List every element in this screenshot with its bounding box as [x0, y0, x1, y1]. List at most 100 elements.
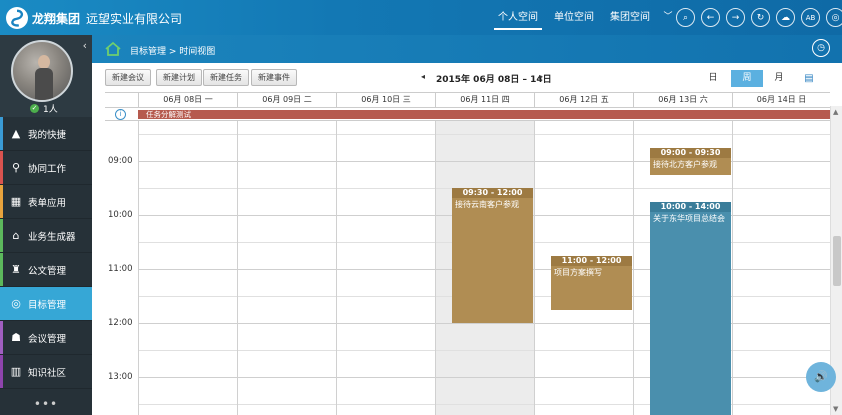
calendar-event[interactable]: 09:30 - 12:00 接待云南客户参观 — [452, 188, 533, 323]
hour-label: 10:00 — [108, 210, 133, 220]
next-week-icon[interactable]: ▸ — [539, 72, 543, 81]
forward-icon[interactable]: → — [726, 8, 745, 27]
sidebar-item-accent — [0, 185, 3, 218]
new-task-button[interactable]: 新建任务 — [203, 69, 249, 86]
sidebar-item-accent — [0, 219, 3, 252]
collapse-icon[interactable]: ‹ — [83, 39, 87, 52]
calendar-event[interactable]: 10:00 - 14:00 关于东华项目总结会 — [650, 201, 731, 415]
more-icon[interactable]: ••• — [0, 397, 92, 411]
sidebar-item-label: 业务生成器 — [28, 231, 76, 243]
sidebar-item-4[interactable]: ♜ 公文管理 — [0, 253, 92, 287]
refresh-icon[interactable]: ↻ — [751, 8, 770, 27]
day-header[interactable]: 06月 11日 四 — [435, 93, 534, 107]
column-line — [138, 121, 139, 415]
settings-icon[interactable]: ◎ — [826, 8, 842, 27]
sidebar-item-label: 目标管理 — [28, 299, 67, 311]
list-view-icon[interactable]: ▤ — [793, 70, 825, 87]
view-day-button[interactable]: 日 — [697, 70, 729, 87]
new-plan-button[interactable]: 新建计划 — [156, 69, 202, 86]
breadcrumb: 目标管理 > 时间视图 — [130, 47, 216, 57]
sidebar: ‹ ✓ 1人 ▲ 我的快捷 ⚲ 协同工作 ▦ 表单应用 ⌂ 业务生成器 ♜ 公文管理 ◎ 目标管理 ☗ 会… — [0, 35, 92, 415]
sidebar-item-0[interactable]: ▲ 我的快捷 — [0, 117, 92, 151]
logo-icon — [6, 7, 28, 29]
event-title: 项目方案撰写 — [554, 267, 602, 277]
column-line — [336, 121, 337, 415]
sidebar-item-accent — [0, 117, 3, 150]
online-status: ✓ 1人 — [30, 102, 58, 115]
scroll-down-icon[interactable]: ▼ — [833, 405, 838, 413]
tab-group-space[interactable]: 集团空间 — [602, 0, 658, 35]
top-nav: 个人空间 单位空间 集团空间 ﹀ — [490, 0, 678, 35]
column-line — [732, 121, 733, 415]
scroll-thumb[interactable] — [833, 236, 841, 286]
event-time: 09:00 - 09:30 — [650, 147, 731, 158]
sidebar-item-label: 公文管理 — [28, 265, 67, 277]
event-title: 关于东华项目总结会 — [653, 213, 725, 223]
user-panel: ‹ ✓ 1人 — [0, 35, 92, 117]
sidebar-item-accent — [0, 253, 3, 286]
day-header[interactable]: 06月 14日 日 — [732, 93, 830, 107]
view-month-button[interactable]: 月 — [763, 70, 795, 87]
flow-icon: ⚲ — [11, 161, 21, 174]
calendar-event[interactable]: 11:00 - 12:00 项目方案撰写 — [551, 255, 632, 310]
sidebar-item-5[interactable]: ◎ 目标管理 — [0, 287, 92, 321]
book-icon: ▥ — [10, 365, 22, 378]
new-event-button[interactable]: 新建事件 — [251, 69, 297, 86]
form-icon: ▦ — [10, 195, 22, 208]
sidebar-item-6[interactable]: ☗ 会议管理 — [0, 321, 92, 355]
day-header[interactable]: 06月 08日 一 — [138, 93, 237, 107]
new-meeting-button[interactable]: 新建会议 — [105, 69, 151, 86]
hour-label: 13:00 — [108, 372, 133, 382]
top-icons: ⌕ ← → ↻ ☁ AB ◎ — [676, 8, 842, 27]
sidebar-menu: ▲ 我的快捷 ⚲ 协同工作 ▦ 表单应用 ⌂ 业务生成器 ♜ 公文管理 ◎ 目标管理 ☗ 会议管理 ▥ 知识社… — [0, 117, 92, 389]
prev-week-icon[interactable]: ◂ — [421, 72, 425, 81]
home-icon[interactable] — [104, 41, 122, 60]
sidebar-item-1[interactable]: ⚲ 协同工作 — [0, 151, 92, 185]
grid-line — [138, 134, 830, 135]
sidebar-item-2[interactable]: ▦ 表单应用 — [0, 185, 92, 219]
all-day-event[interactable]: 任务分解测试 — [138, 110, 830, 119]
event-time: 10:00 - 14:00 — [650, 201, 731, 212]
event-time: 09:30 - 12:00 — [452, 188, 533, 198]
company-name: 远望实业有限公司 — [86, 12, 183, 26]
sidebar-item-label: 我的快捷 — [28, 129, 67, 141]
calendar-event[interactable]: 09:00 - 09:30 接待北方客户参观 — [650, 147, 731, 175]
check-icon: ✓ — [30, 104, 39, 113]
column-line — [633, 121, 634, 415]
back-icon[interactable]: ← — [701, 8, 720, 27]
sidebar-item-accent — [0, 151, 3, 184]
sidebar-item-accent — [0, 355, 3, 388]
chevron-down-icon[interactable]: ﹀ — [658, 0, 678, 35]
day-header[interactable]: 06月 09日 二 — [237, 93, 336, 107]
avatar[interactable] — [11, 40, 73, 102]
column-line — [237, 121, 238, 415]
speaker-icon[interactable]: 🔊 — [806, 362, 836, 392]
day-header[interactable]: 06月 12日 五 — [534, 93, 633, 107]
scroll-up-icon[interactable]: ▲ — [833, 108, 838, 116]
cloud-icon[interactable]: ☁ — [776, 8, 795, 27]
search-icon[interactable]: ⌕ — [676, 8, 695, 27]
sidebar-item-label: 协同工作 — [28, 163, 67, 175]
calendar-toolbar: 新建会议 新建计划 新建任务 新建事件 ◂ 2015年 06月 08日 – 14… — [105, 67, 830, 89]
day-header[interactable]: 06月 13日 六 — [633, 93, 732, 107]
meeting-icon: ☗ — [11, 331, 21, 344]
sidebar-item-3[interactable]: ⌂ 业务生成器 — [0, 219, 92, 253]
main-header: 目标管理 > 时间视图 ◷ — [92, 35, 842, 63]
online-count: 1人 — [43, 105, 58, 115]
all-day-row: i 任务分解测试 — [105, 107, 830, 121]
view-week-button[interactable]: 周 — [731, 70, 763, 87]
tab-personal-space[interactable]: 个人空间 — [490, 0, 546, 35]
hour-label: 12:00 — [108, 318, 133, 328]
column-line — [435, 121, 436, 415]
clock-icon[interactable]: ◷ — [812, 39, 830, 57]
day-header[interactable]: 06月 10日 三 — [336, 93, 435, 107]
hour-label: 11:00 — [108, 264, 133, 274]
sidebar-item-label: 表单应用 — [28, 197, 67, 209]
sidebar-item-7[interactable]: ▥ 知识社区 — [0, 355, 92, 389]
tab-unit-space[interactable]: 单位空间 — [546, 0, 602, 35]
date-range: 2015年 06月 08日 – 14日 — [436, 75, 552, 85]
hour-label: 09:00 — [108, 156, 133, 166]
time-grid: 09:00 10:00 11:00 12:00 13:00 09:30 - 12:00 接待… — [105, 121, 830, 415]
ab-icon[interactable]: AB — [801, 8, 820, 27]
sidebar-item-label: 会议管理 — [28, 333, 67, 345]
